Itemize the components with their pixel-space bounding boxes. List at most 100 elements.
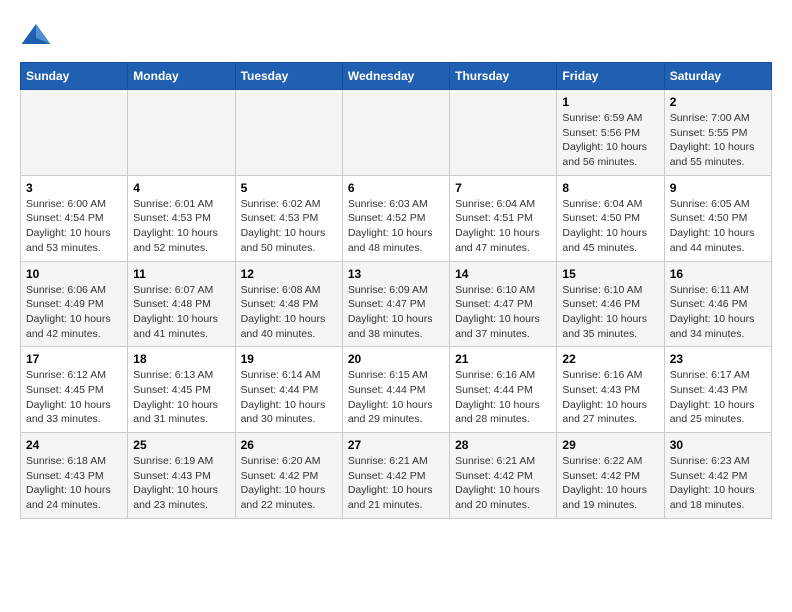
- day-info: Sunrise: 6:18 AM Sunset: 4:43 PM Dayligh…: [26, 454, 122, 513]
- calendar-cell: [342, 90, 449, 176]
- calendar-cell: 4 Sunrise: 6:01 AM Sunset: 4:53 PM Daylig…: [128, 175, 235, 261]
- calendar-cell: 6 Sunrise: 6:03 AM Sunset: 4:52 PM Daylig…: [342, 175, 449, 261]
- day-number: 26: [241, 438, 337, 452]
- day-number: 22: [562, 352, 658, 366]
- day-info: Sunrise: 6:12 AM Sunset: 4:45 PM Dayligh…: [26, 368, 122, 427]
- day-number: 19: [241, 352, 337, 366]
- calendar-week-row: 24 Sunrise: 6:18 AM Sunset: 4:43 PM Dayli…: [21, 433, 772, 519]
- calendar-cell: 23 Sunrise: 6:17 AM Sunset: 4:43 PM Dayli…: [664, 347, 771, 433]
- calendar-cell: 13Sunrise: 6:09 AM Sunset: 4:47 PM Dayli…: [342, 261, 449, 347]
- calendar-cell: 30 Sunrise: 6:23 AM Sunset: 4:42 PM Dayli…: [664, 433, 771, 519]
- day-of-week-header: Tuesday: [235, 63, 342, 90]
- day-info: Sunrise: 6:17 AM Sunset: 4:43 PM Dayligh…: [670, 368, 766, 427]
- calendar-cell: 9 Sunrise: 6:05 AM Sunset: 4:50 PM Daylig…: [664, 175, 771, 261]
- day-of-week-header: Friday: [557, 63, 664, 90]
- day-number: 21: [455, 352, 551, 366]
- day-info: Sunrise: 6:10 AM Sunset: 4:46 PM Dayligh…: [562, 283, 658, 342]
- day-info: Sunrise: 6:23 AM Sunset: 4:42 PM Dayligh…: [670, 454, 766, 513]
- calendar-cell: 18 Sunrise: 6:13 AM Sunset: 4:45 PM Dayli…: [128, 347, 235, 433]
- calendar-cell: 14 Sunrise: 6:10 AM Sunset: 4:47 PM Dayli…: [450, 261, 557, 347]
- day-number: 6: [348, 181, 444, 195]
- day-info: Sunrise: 6:04 AM Sunset: 4:51 PM Dayligh…: [455, 197, 551, 256]
- calendar-week-row: 3 Sunrise: 6:00 AM Sunset: 4:54 PM Daylig…: [21, 175, 772, 261]
- logo: [20, 20, 56, 52]
- calendar-cell: 19 Sunrise: 6:14 AM Sunset: 4:44 PM Dayli…: [235, 347, 342, 433]
- day-number: 4: [133, 181, 229, 195]
- day-info: Sunrise: 6:14 AM Sunset: 4:44 PM Dayligh…: [241, 368, 337, 427]
- day-number: 24: [26, 438, 122, 452]
- day-number: 30: [670, 438, 766, 452]
- day-info: Sunrise: 6:16 AM Sunset: 4:43 PM Dayligh…: [562, 368, 658, 427]
- calendar-week-row: 17 Sunrise: 6:12 AM Sunset: 4:45 PM Dayli…: [21, 347, 772, 433]
- day-number: 15: [562, 267, 658, 281]
- calendar-cell: 3 Sunrise: 6:00 AM Sunset: 4:54 PM Daylig…: [21, 175, 128, 261]
- day-info: Sunrise: 6:13 AM Sunset: 4:45 PM Dayligh…: [133, 368, 229, 427]
- day-info: Sunrise: 6:09 AM Sunset: 4:47 PM Dayligh…: [348, 283, 444, 342]
- day-number: 28: [455, 438, 551, 452]
- calendar-cell: 12 Sunrise: 6:08 AM Sunset: 4:48 PM Dayli…: [235, 261, 342, 347]
- day-info: Sunrise: 6:20 AM Sunset: 4:42 PM Dayligh…: [241, 454, 337, 513]
- calendar-cell: 11 Sunrise: 6:07 AM Sunset: 4:48 PM Dayli…: [128, 261, 235, 347]
- calendar-cell: 27 Sunrise: 6:21 AM Sunset: 4:42 PM Dayli…: [342, 433, 449, 519]
- page-header: [20, 20, 772, 52]
- calendar-cell: 21 Sunrise: 6:16 AM Sunset: 4:44 PM Dayli…: [450, 347, 557, 433]
- day-number: 3: [26, 181, 122, 195]
- day-info: Sunrise: 6:21 AM Sunset: 4:42 PM Dayligh…: [455, 454, 551, 513]
- calendar-cell: 26 Sunrise: 6:20 AM Sunset: 4:42 PM Dayli…: [235, 433, 342, 519]
- day-of-week-header: Monday: [128, 63, 235, 90]
- calendar-cell: [235, 90, 342, 176]
- day-info: Sunrise: 6:15 AM Sunset: 4:44 PM Dayligh…: [348, 368, 444, 427]
- day-number: 14: [455, 267, 551, 281]
- day-info: Sunrise: 6:11 AM Sunset: 4:46 PM Dayligh…: [670, 283, 766, 342]
- day-number: 1: [562, 95, 658, 109]
- calendar-cell: 8 Sunrise: 6:04 AM Sunset: 4:50 PM Daylig…: [557, 175, 664, 261]
- day-number: 11: [133, 267, 229, 281]
- day-number: 20: [348, 352, 444, 366]
- day-number: 8: [562, 181, 658, 195]
- calendar-cell: 20 Sunrise: 6:15 AM Sunset: 4:44 PM Dayli…: [342, 347, 449, 433]
- day-info: Sunrise: 6:04 AM Sunset: 4:50 PM Dayligh…: [562, 197, 658, 256]
- day-of-week-header: Wednesday: [342, 63, 449, 90]
- day-info: Sunrise: 6:05 AM Sunset: 4:50 PM Dayligh…: [670, 197, 766, 256]
- calendar-cell: 17 Sunrise: 6:12 AM Sunset: 4:45 PM Dayli…: [21, 347, 128, 433]
- calendar-header-row: SundayMondayTuesdayWednesdayThursdayFrid…: [21, 63, 772, 90]
- day-info: Sunrise: 6:19 AM Sunset: 4:43 PM Dayligh…: [133, 454, 229, 513]
- day-info: Sunrise: 6:07 AM Sunset: 4:48 PM Dayligh…: [133, 283, 229, 342]
- day-info: Sunrise: 6:00 AM Sunset: 4:54 PM Dayligh…: [26, 197, 122, 256]
- day-number: 7: [455, 181, 551, 195]
- day-info: Sunrise: 6:01 AM Sunset: 4:53 PM Dayligh…: [133, 197, 229, 256]
- day-number: 10: [26, 267, 122, 281]
- calendar-cell: 28 Sunrise: 6:21 AM Sunset: 4:42 PM Dayli…: [450, 433, 557, 519]
- day-number: 2: [670, 95, 766, 109]
- calendar-cell: 16Sunrise: 6:11 AM Sunset: 4:46 PM Dayli…: [664, 261, 771, 347]
- day-info: Sunrise: 6:10 AM Sunset: 4:47 PM Dayligh…: [455, 283, 551, 342]
- day-of-week-header: Sunday: [21, 63, 128, 90]
- calendar-table: SundayMondayTuesdayWednesdayThursdayFrid…: [20, 62, 772, 519]
- calendar-cell: [128, 90, 235, 176]
- day-info: Sunrise: 6:03 AM Sunset: 4:52 PM Dayligh…: [348, 197, 444, 256]
- day-info: Sunrise: 6:02 AM Sunset: 4:53 PM Dayligh…: [241, 197, 337, 256]
- calendar-cell: [21, 90, 128, 176]
- calendar-cell: 22 Sunrise: 6:16 AM Sunset: 4:43 PM Dayli…: [557, 347, 664, 433]
- day-number: 18: [133, 352, 229, 366]
- calendar-week-row: 1Sunrise: 6:59 AM Sunset: 5:56 PM Daylig…: [21, 90, 772, 176]
- day-info: Sunrise: 6:16 AM Sunset: 4:44 PM Dayligh…: [455, 368, 551, 427]
- day-info: Sunrise: 6:08 AM Sunset: 4:48 PM Dayligh…: [241, 283, 337, 342]
- day-number: 17: [26, 352, 122, 366]
- calendar-cell: 15 Sunrise: 6:10 AM Sunset: 4:46 PM Dayli…: [557, 261, 664, 347]
- day-number: 27: [348, 438, 444, 452]
- calendar-week-row: 10 Sunrise: 6:06 AM Sunset: 4:49 PM Dayli…: [21, 261, 772, 347]
- day-info: Sunrise: 6:06 AM Sunset: 4:49 PM Dayligh…: [26, 283, 122, 342]
- day-number: 9: [670, 181, 766, 195]
- calendar-cell: 1Sunrise: 6:59 AM Sunset: 5:56 PM Daylig…: [557, 90, 664, 176]
- calendar-cell: [450, 90, 557, 176]
- day-info: Sunrise: 7:00 AM Sunset: 5:55 PM Dayligh…: [670, 111, 766, 170]
- day-of-week-header: Saturday: [664, 63, 771, 90]
- day-of-week-header: Thursday: [450, 63, 557, 90]
- day-number: 23: [670, 352, 766, 366]
- calendar-cell: 7 Sunrise: 6:04 AM Sunset: 4:51 PM Daylig…: [450, 175, 557, 261]
- day-number: 12: [241, 267, 337, 281]
- logo-icon: [20, 20, 52, 52]
- day-number: 29: [562, 438, 658, 452]
- day-info: Sunrise: 6:21 AM Sunset: 4:42 PM Dayligh…: [348, 454, 444, 513]
